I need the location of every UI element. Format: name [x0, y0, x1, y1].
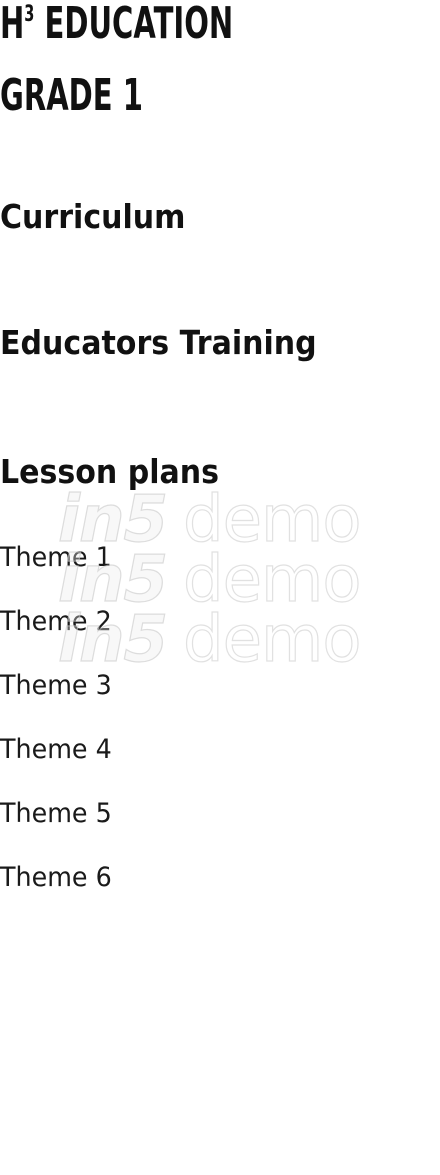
- theme-link-6[interactable]: Theme 6: [0, 860, 112, 924]
- theme-list: Theme 1 Theme 2 Theme 3 Theme 4 Theme 5 …: [0, 540, 119, 924]
- curriculum-link[interactable]: Curriculum: [0, 197, 185, 237]
- watermark-word: demo: [182, 483, 362, 557]
- educators-training-link[interactable]: Educators Training: [0, 323, 317, 363]
- title-h: H: [0, 0, 25, 49]
- title-line-1: H3 Education: [0, 0, 233, 48]
- theme-link-3[interactable]: Theme 3: [0, 668, 112, 732]
- theme-link-2[interactable]: Theme 2: [0, 604, 112, 668]
- page-title: H3 Education Grade 1: [0, 0, 233, 120]
- lesson-plans-heading: Lesson plans: [0, 452, 220, 491]
- title-line-2: Grade 1: [0, 70, 143, 121]
- theme-link-5[interactable]: Theme 5: [0, 796, 112, 860]
- title-education: Education: [34, 0, 234, 49]
- title-superscript: 3: [24, 2, 35, 27]
- watermark-word: demo: [182, 603, 362, 677]
- theme-link-4[interactable]: Theme 4: [0, 732, 112, 796]
- watermark-word: demo: [182, 543, 362, 617]
- theme-link-1[interactable]: Theme 1: [0, 540, 112, 604]
